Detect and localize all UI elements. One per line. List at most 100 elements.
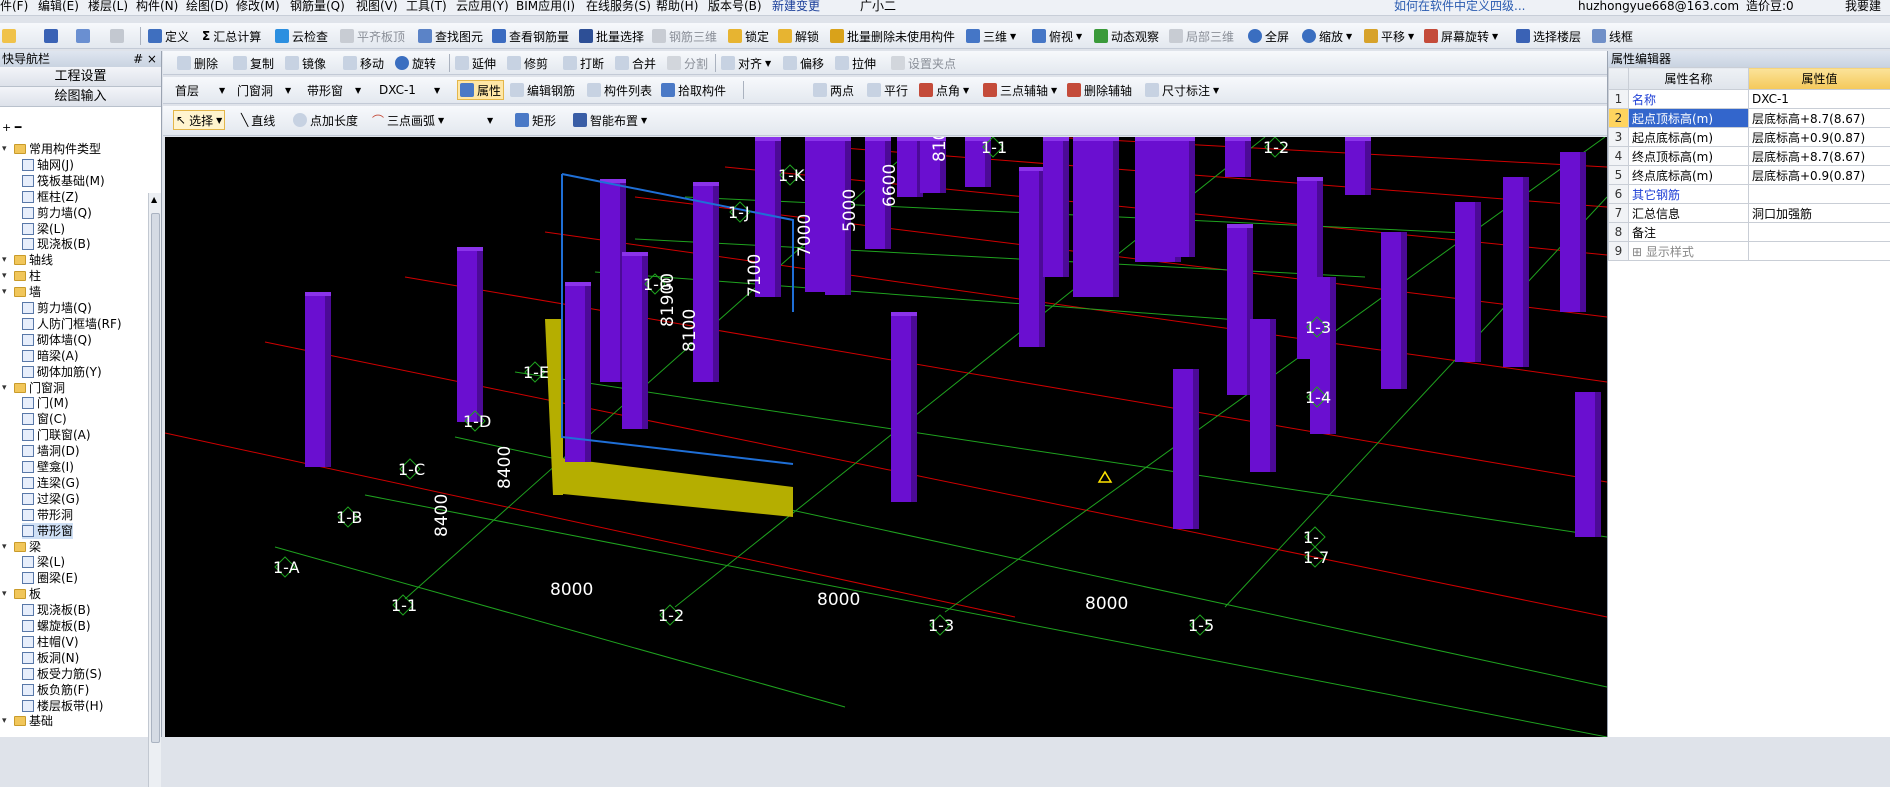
tree-item[interactable]: 梁(L): [22, 554, 65, 570]
menu-help[interactable]: 帮助(H): [656, 0, 698, 12]
view-rebar-qty-button[interactable]: 查看钢筋量: [492, 26, 569, 46]
offset-button[interactable]: 偏移: [783, 53, 824, 73]
tree-item[interactable]: 板负筋(F): [22, 682, 89, 698]
three-point-arc-dropdown[interactable]: ⌒三点画弧▼: [372, 110, 444, 130]
arc-option-select[interactable]: ▼: [453, 110, 501, 130]
menu-version[interactable]: 版本号(B): [708, 0, 762, 12]
tree-item[interactable]: 人防门框墙(RF): [22, 316, 122, 332]
menu-online[interactable]: 在线服务(S): [586, 0, 651, 12]
search-link[interactable]: 我要建: [1845, 0, 1881, 12]
property-row[interactable]: 9⊞ 显示样式: [1609, 242, 1890, 261]
hint-link[interactable]: 如何在软件中定义四级...: [1394, 0, 1525, 12]
tree-item[interactable]: 带形窗: [22, 523, 73, 539]
select-dropdown[interactable]: ↖选择▼: [173, 110, 225, 130]
menu-draw[interactable]: 绘图(D): [186, 0, 229, 12]
tree-item[interactable]: 现浇板(B): [22, 236, 91, 252]
find-element-button[interactable]: 查找图元: [418, 26, 483, 46]
tree-item[interactable]: 柱帽(V): [22, 634, 79, 650]
screen-rotate-dropdown[interactable]: 屏幕旋转▼: [1424, 26, 1498, 46]
expand-icon[interactable]: ▾: [2, 252, 11, 268]
rebar-3d-button[interactable]: 钢筋三维: [652, 26, 717, 46]
dynamic-orbit-button[interactable]: 动态观察: [1094, 26, 1159, 46]
line-button[interactable]: ╲直线: [241, 110, 275, 130]
property-row[interactable]: 2起点顶标高(m)层底标高+8.7(8.67): [1609, 109, 1890, 128]
delete-aux-axis-button[interactable]: 删除辅轴: [1067, 80, 1132, 100]
3d-view-dropdown[interactable]: 三维▼: [966, 26, 1016, 46]
user-account[interactable]: huzhongyue668@163.com: [1578, 0, 1739, 12]
menu-view[interactable]: 视图(V): [356, 0, 398, 12]
property-row[interactable]: 4终点顶标高(m)层底标高+8.7(8.67): [1609, 147, 1890, 166]
floor-select[interactable]: 首层▼: [175, 80, 233, 100]
tree-item[interactable]: 板受力筋(S): [22, 666, 102, 682]
tree-item[interactable]: 筏板基础(M): [22, 173, 105, 189]
tree-folder[interactable]: ▾轴线: [2, 252, 53, 268]
merge-button[interactable]: 合并: [615, 53, 656, 73]
undo-button[interactable]: [76, 26, 90, 46]
rotate-button[interactable]: 旋转: [395, 53, 436, 73]
tree-folder[interactable]: ▾门窗洞: [2, 380, 65, 396]
point-length-button[interactable]: 点加长度: [293, 110, 358, 130]
flush-slab-top-button[interactable]: 平齐板顶: [340, 26, 405, 46]
tree-item[interactable]: 圈梁(E): [22, 570, 78, 586]
expand-icon[interactable]: ▾: [2, 539, 11, 555]
top-view-dropdown[interactable]: 俯视▼: [1032, 26, 1082, 46]
tree-item[interactable]: 砌体加筋(Y): [22, 364, 102, 380]
cloud-check-button[interactable]: 云检查: [275, 26, 328, 46]
property-row[interactable]: 3起点底标高(m)层底标高+0.9(0.87): [1609, 128, 1890, 147]
3d-scene[interactable]: 1-K1-J1-G1-E1-D1-C1-B1-A1-11-21-31-51-11…: [165, 137, 1607, 737]
tree-folder[interactable]: ▾常用构件类型: [2, 141, 101, 157]
tree-folder[interactable]: ▾墙: [2, 284, 41, 300]
tree-item[interactable]: 带形洞: [22, 507, 73, 523]
component-select[interactable]: DXC-1▼: [379, 80, 455, 100]
project-settings-button[interactable]: 工程设置: [0, 67, 161, 87]
parallel-axis-button[interactable]: 平行: [867, 80, 908, 100]
property-value[interactable]: 层底标高+0.9(0.87): [1749, 166, 1890, 185]
pan-dropdown[interactable]: 平移▼: [1364, 26, 1414, 46]
open-button[interactable]: [2, 26, 16, 46]
trim-button[interactable]: 修剪: [507, 53, 548, 73]
tree-item[interactable]: 过梁(G): [22, 491, 80, 507]
smart-layout-dropdown[interactable]: 智能布置▼: [573, 110, 647, 130]
property-value[interactable]: [1749, 242, 1890, 261]
define-button[interactable]: 定义: [148, 26, 189, 46]
component-list-button[interactable]: 构件列表: [587, 80, 652, 100]
tree-item[interactable]: 轴网(J): [22, 157, 74, 173]
tree-folder[interactable]: ▾基础: [2, 713, 53, 729]
lock-button[interactable]: 锁定: [728, 26, 769, 46]
tree-item[interactable]: 剪力墙(Q): [22, 300, 92, 316]
local-3d-button[interactable]: 局部三维: [1169, 26, 1234, 46]
tree-item[interactable]: 现浇板(B): [22, 602, 91, 618]
property-value[interactable]: 洞口加强筋: [1749, 204, 1890, 223]
property-row[interactable]: 8备注: [1609, 223, 1890, 242]
tree-item[interactable]: 剪力墙(Q): [22, 205, 92, 221]
property-row[interactable]: 5终点底标高(m)层底标高+0.9(0.87): [1609, 166, 1890, 185]
tree-item[interactable]: 楼层板带(H): [22, 698, 103, 714]
point-angle-dropdown[interactable]: 点角▼: [919, 80, 969, 100]
wireframe-button[interactable]: 线框: [1592, 26, 1633, 46]
menu-file[interactable]: 件(F): [0, 0, 28, 12]
tree-item[interactable]: 壁龛(I): [22, 459, 74, 475]
pick-component-button[interactable]: 拾取构件: [661, 80, 726, 100]
property-value[interactable]: DXC-1: [1749, 90, 1890, 109]
expand-icon[interactable]: ▾: [2, 586, 11, 602]
properties-button[interactable]: 属性: [457, 80, 504, 100]
delete-button[interactable]: 删除: [177, 53, 218, 73]
expand-icon[interactable]: ▾: [2, 284, 11, 300]
summary-calc-button[interactable]: Σ汇总计算: [202, 26, 261, 46]
tree-folder[interactable]: ▾柱: [2, 268, 41, 284]
batch-delete-unused-button[interactable]: 批量删除未使用构件: [830, 26, 955, 46]
select-floor-button[interactable]: 选择楼层: [1516, 26, 1581, 46]
3d-viewport[interactable]: 1-K1-J1-G1-E1-D1-C1-B1-A1-11-21-31-51-11…: [165, 137, 1607, 737]
fullscreen-button[interactable]: 全屏: [1248, 26, 1289, 46]
tree-item[interactable]: 框柱(Z): [22, 189, 79, 205]
tree-item[interactable]: 螺旋板(B): [22, 618, 91, 634]
scroll-thumb[interactable]: [151, 213, 160, 743]
set-grip-button[interactable]: 设置夹点: [891, 53, 956, 73]
tree-item[interactable]: 窗(C): [22, 411, 67, 427]
menu-modify[interactable]: 修改(M): [236, 0, 280, 12]
edit-rebar-button[interactable]: 编辑钢筋: [510, 80, 575, 100]
move-button[interactable]: 移动: [343, 53, 384, 73]
property-row[interactable]: 6其它钢筋: [1609, 185, 1890, 204]
tree-item[interactable]: 连梁(G): [22, 475, 80, 491]
extend-button[interactable]: 延伸: [455, 53, 496, 73]
